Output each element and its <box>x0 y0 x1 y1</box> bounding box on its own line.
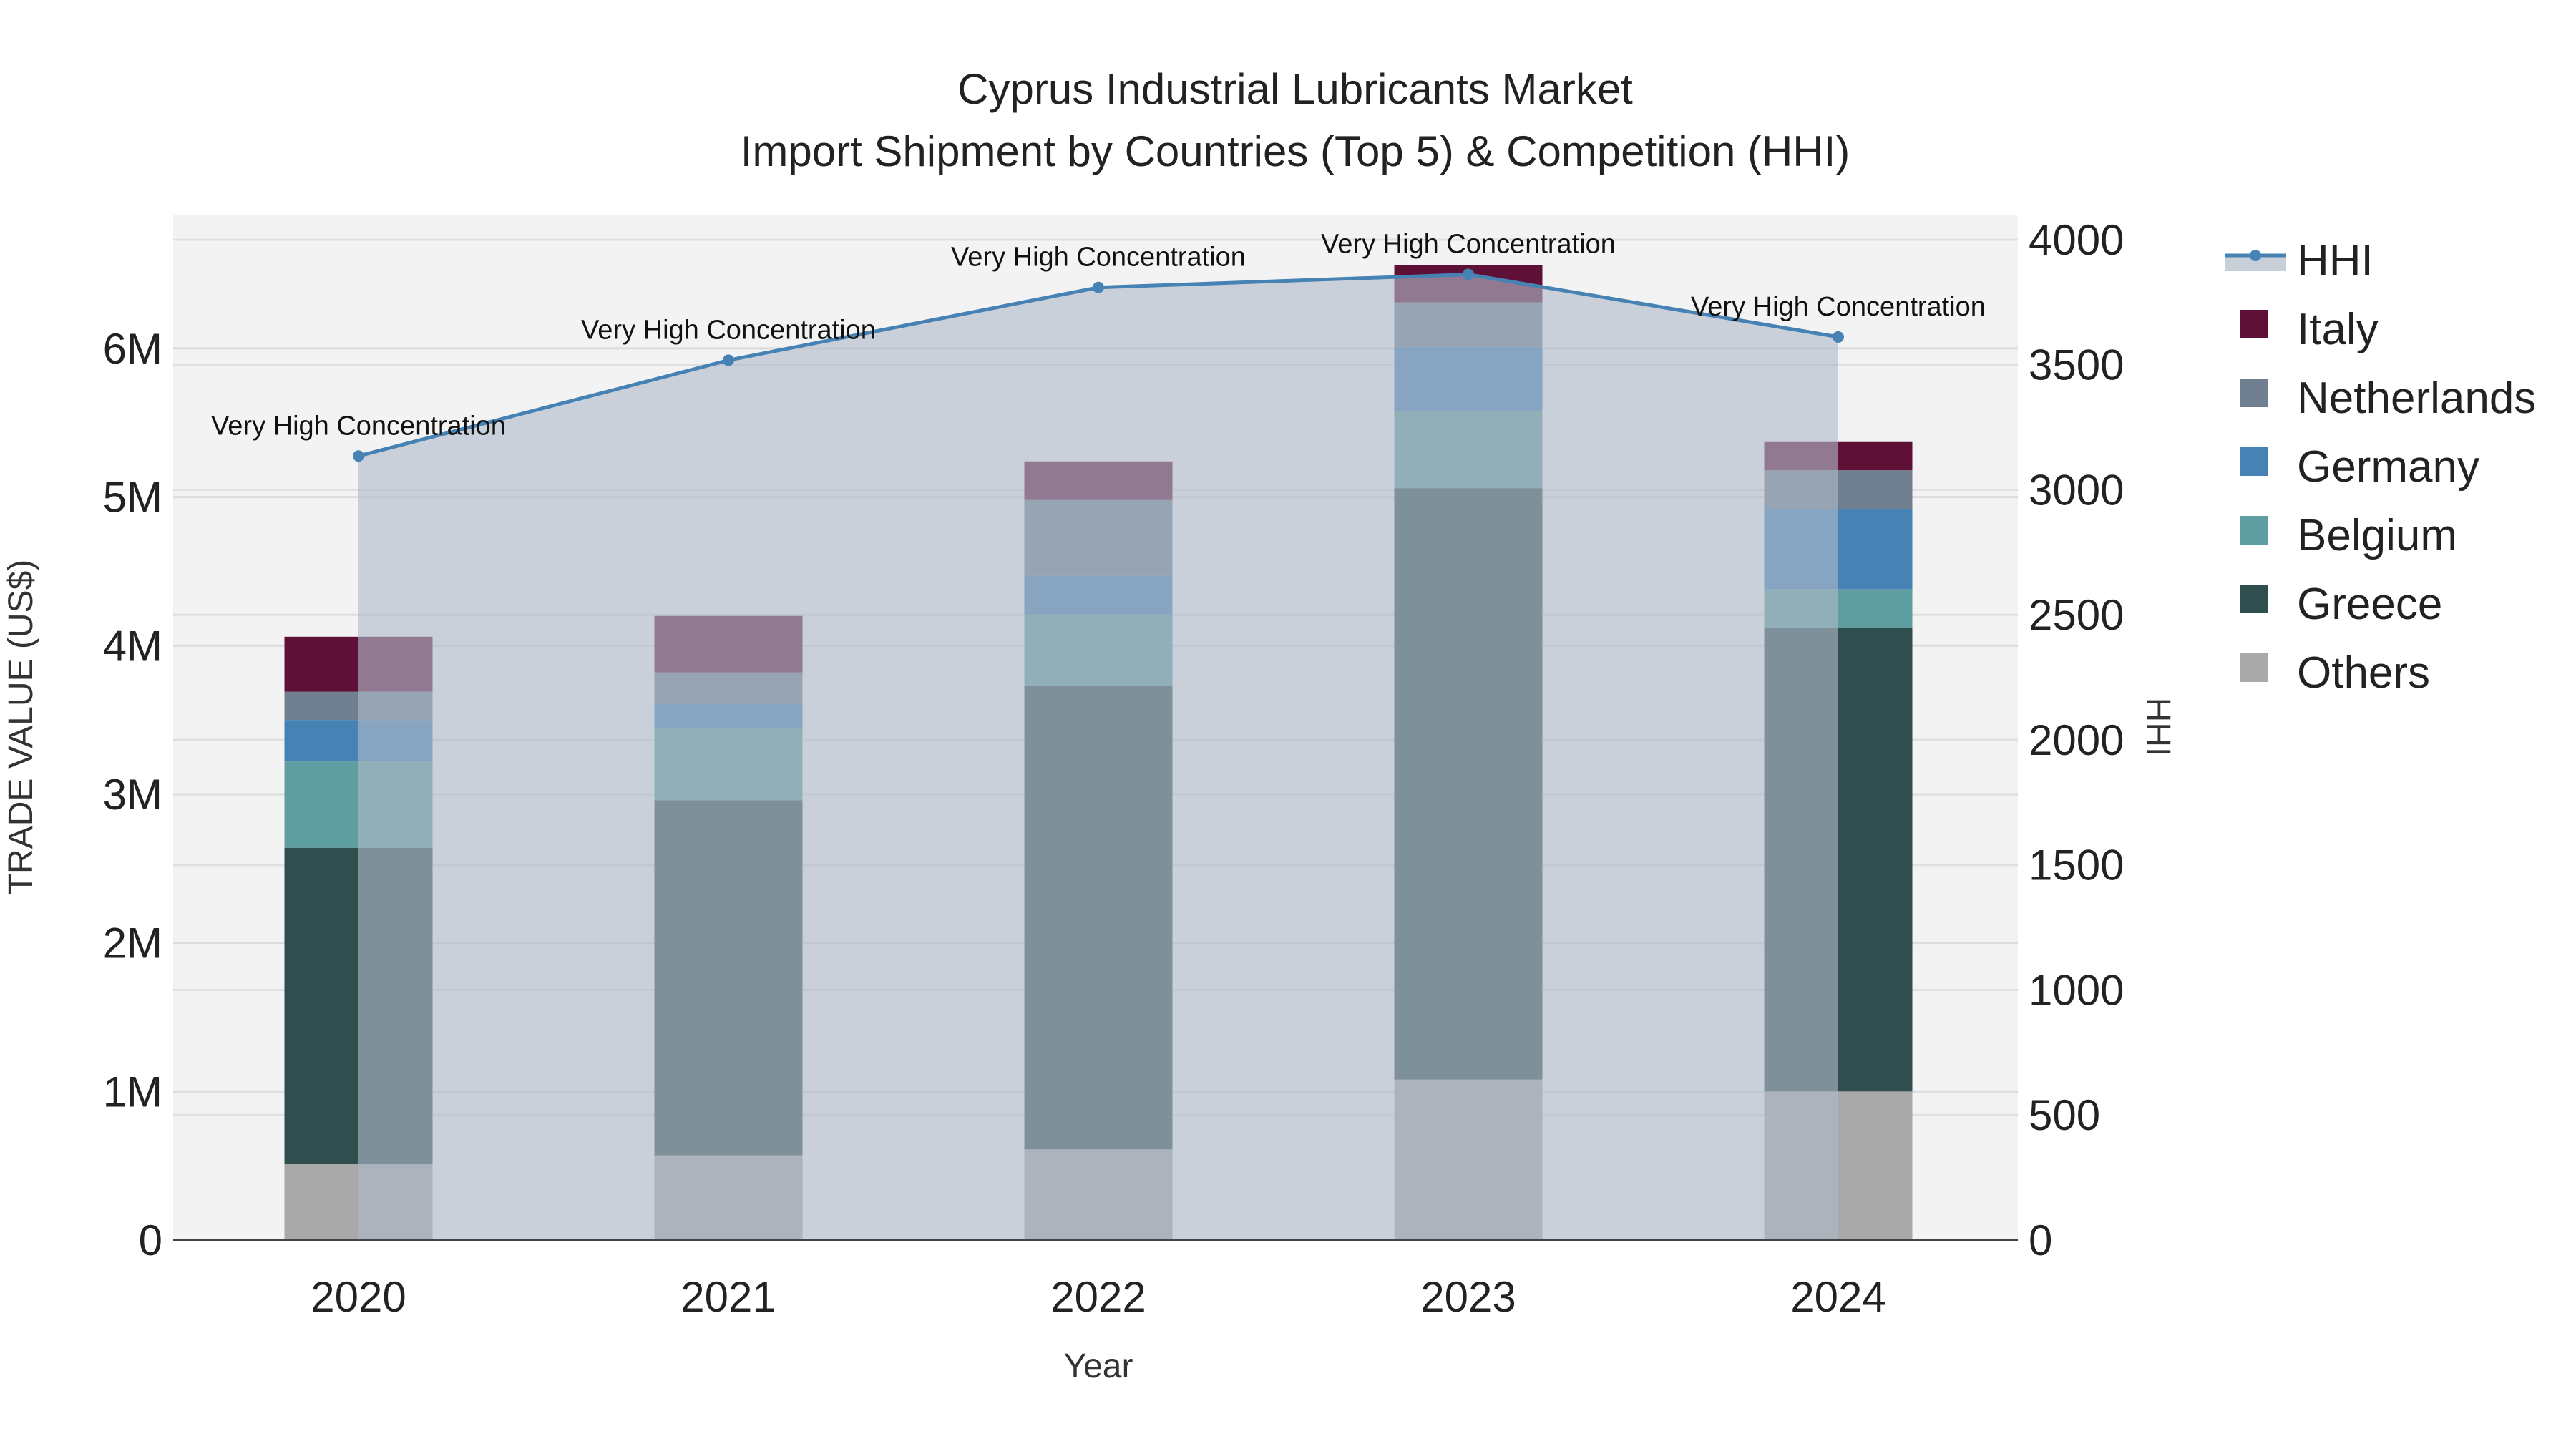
y2-tick-label: 0 <box>2029 1216 2052 1264</box>
legend-label-netherlands: Netherlands <box>2297 374 2536 423</box>
hhi-point-2024 <box>1833 331 1844 343</box>
legend-label-hhi: HHI <box>2297 236 2373 286</box>
x-tick-label: 2021 <box>680 1273 776 1321</box>
hhi-point-2023 <box>1463 268 1474 280</box>
y-tick-label: 3M <box>103 771 162 819</box>
chart: Very High Concentration Very High Concent… <box>2 65 2536 1385</box>
y2-tick-label: 3500 <box>2029 341 2124 389</box>
legend-others-swatch <box>2240 653 2268 682</box>
y2-tick-label: 1500 <box>2029 841 2124 889</box>
hhi-area <box>358 274 1838 1240</box>
hhi-annotation: Very High Concentration <box>1321 230 1616 260</box>
legend-label-belgium: Belgium <box>2297 511 2457 560</box>
y-axis-title: TRADE VALUE (US$) <box>2 560 40 895</box>
y-tick-label: 1M <box>103 1068 162 1116</box>
x-tick-label: 2023 <box>1420 1273 1516 1321</box>
y2-tick-label: 2500 <box>2029 591 2124 639</box>
y2-tick-label: 500 <box>2029 1091 2100 1139</box>
y-tick-label: 4M <box>103 622 162 670</box>
hhi-point-2020 <box>353 450 364 462</box>
legend-label-greece: Greece <box>2297 580 2442 629</box>
legend-italy-swatch <box>2240 310 2268 338</box>
y2-tick-label: 4000 <box>2029 216 2124 264</box>
y2-tick-label: 3000 <box>2029 466 2124 514</box>
y2-tick-label: 1000 <box>2029 966 2124 1014</box>
legend-greece-swatch <box>2240 585 2268 613</box>
hhi-annotation: Very High Concentration <box>1691 292 1986 322</box>
legend-netherlands-swatch <box>2240 379 2268 407</box>
y-tick-label: 2M <box>103 919 162 967</box>
y2-axis-title: HHI <box>2139 698 2177 757</box>
x-tick-label: 2022 <box>1050 1273 1146 1321</box>
legend-label-germany: Germany <box>2297 442 2479 492</box>
chart-subtitle: Import Shipment by Countries (Top 5) & C… <box>741 127 1850 175</box>
legend-label-others: Others <box>2297 648 2430 698</box>
legend-hhi-marker-icon <box>2250 250 2261 261</box>
hhi-point-2022 <box>1093 281 1104 293</box>
y-tick-label: 6M <box>103 325 162 373</box>
y2-tick-label: 2000 <box>2029 716 2124 764</box>
x-tick-label: 2024 <box>1790 1273 1885 1321</box>
legend-germany-swatch <box>2240 447 2268 476</box>
hhi-annotation: Very High Concentration <box>581 315 876 345</box>
hhi-annotation: Very High Concentration <box>951 243 1246 273</box>
x-tick-label: 2020 <box>311 1273 406 1321</box>
hhi-point-2021 <box>723 354 734 366</box>
x-axis-title: Year <box>1064 1347 1133 1385</box>
y-tick-label: 5M <box>103 474 162 522</box>
y-tick-label: 0 <box>139 1216 162 1264</box>
legend-label-italy: Italy <box>2297 305 2379 354</box>
legend: HHI Italy Netherlands Germany Belgium Greece O… <box>2225 236 2536 698</box>
chart-title: Cyprus Industrial Lubricants Market <box>957 65 1633 113</box>
legend-belgium-swatch <box>2240 516 2268 545</box>
hhi-annotation: Very High Concentration <box>211 411 506 441</box>
